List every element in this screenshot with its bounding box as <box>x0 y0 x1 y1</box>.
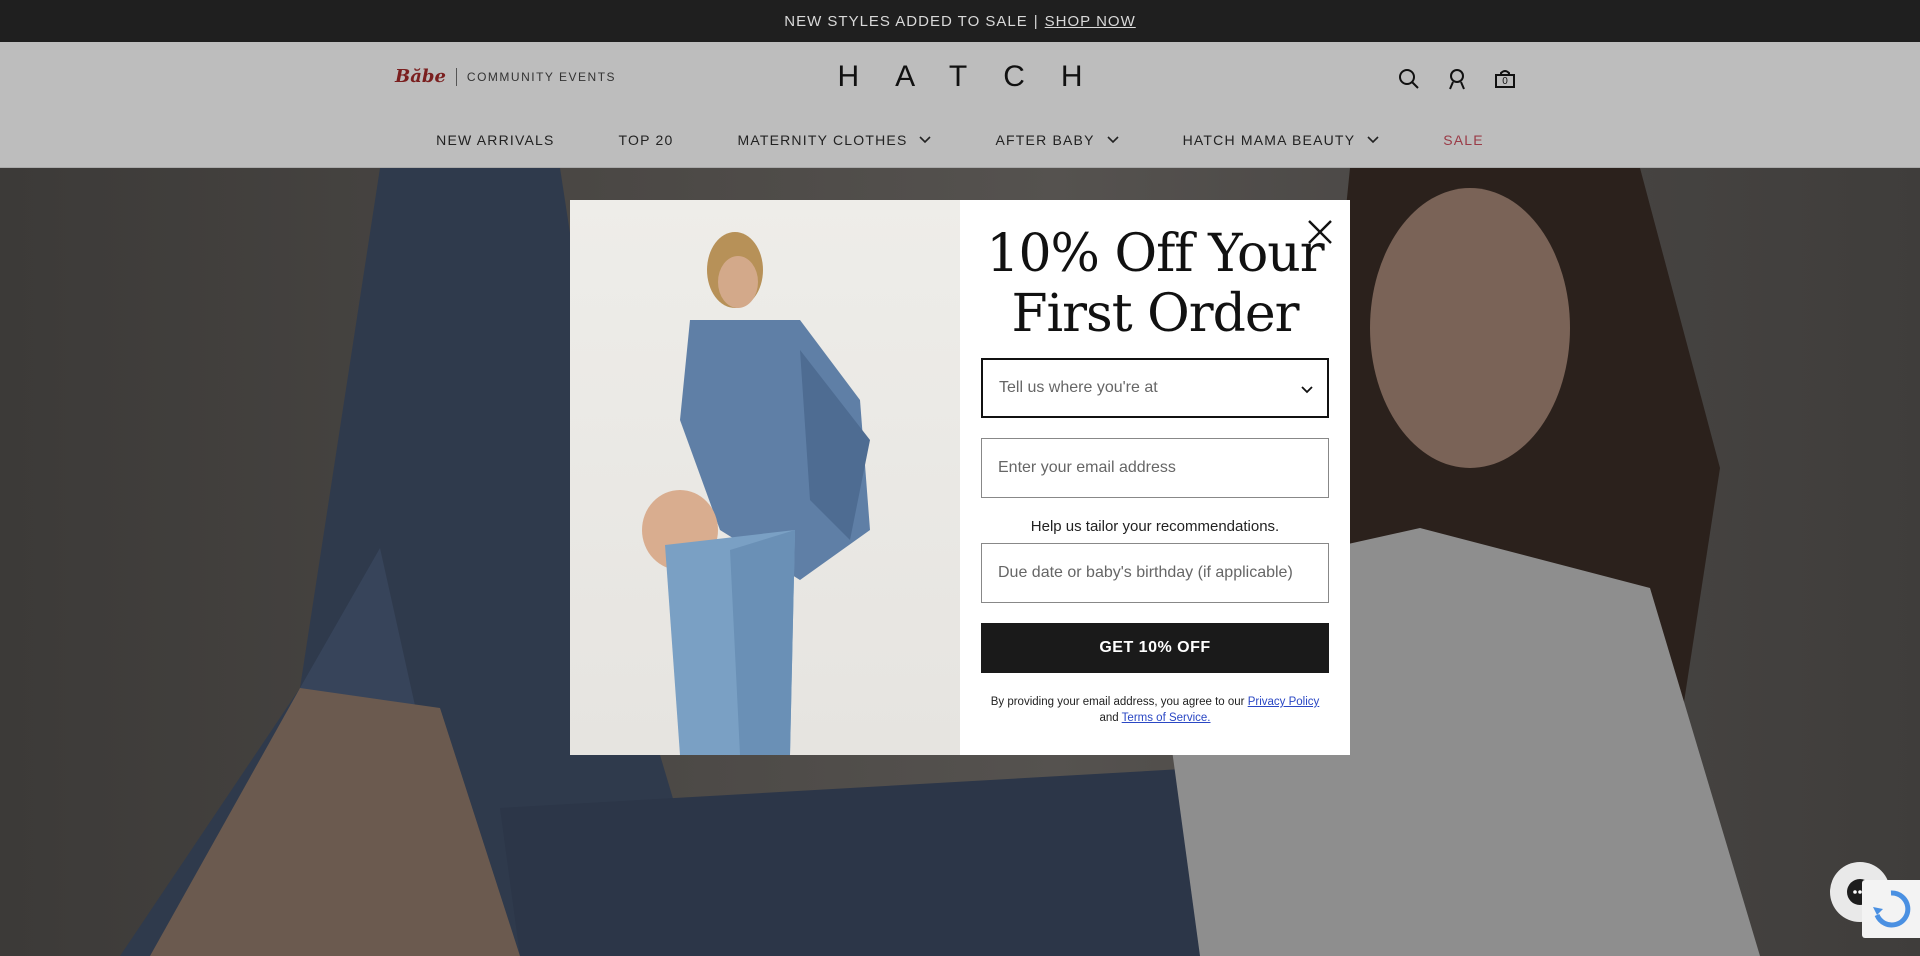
email-field[interactable]: Enter your email address <box>981 438 1329 498</box>
nav-label: MATERNITY CLOTHES <box>737 132 908 148</box>
terms-of-service-link[interactable]: Terms of Service. <box>1122 712 1211 724</box>
nav-sale[interactable]: SALE <box>1443 132 1484 148</box>
legal-prefix: By providing your email address, you agr… <box>990 696 1245 708</box>
main-nav: NEW ARRIVALS TOP 20 MATERNITY CLOTHES AF… <box>0 132 1920 148</box>
shop-now-link[interactable]: SHOP NOW <box>1045 13 1136 30</box>
nav-hatch-mama-beauty[interactable]: HATCH MAMA BEAUTY <box>1183 132 1380 148</box>
location-placeholder: Tell us where you're at <box>999 379 1158 396</box>
due-date-field[interactable]: Due date or baby's birthday (if applicab… <box>981 543 1329 603</box>
modal-photo <box>570 200 960 755</box>
recaptcha-badge[interactable] <box>1862 880 1920 938</box>
modal-form: 10% Off Your First Order Tell us where y… <box>960 200 1350 755</box>
nav-label: TOP 20 <box>618 132 674 148</box>
cart-count: 0 <box>1502 76 1508 87</box>
location-select[interactable]: Tell us where you're at <box>981 358 1329 418</box>
discount-modal: 10% Off Your First Order Tell us where y… <box>570 200 1350 755</box>
nav-after-baby[interactable]: AFTER BABY <box>995 132 1119 148</box>
nav-new-arrivals[interactable]: NEW ARRIVALS <box>436 132 554 148</box>
nav-maternity-clothes[interactable]: MATERNITY CLOTHES <box>737 132 932 148</box>
chevron-down-icon <box>1301 386 1313 394</box>
nav-top-20[interactable]: TOP 20 <box>619 132 674 148</box>
headline-line-1: 10% Off Your <box>986 224 1324 284</box>
legal-and: and <box>1099 712 1119 724</box>
nav-label: NEW ARRIVALS <box>436 132 555 148</box>
hatch-logo[interactable]: HATCH <box>0 60 1920 94</box>
model-photo-illustration <box>642 232 870 755</box>
account-icon[interactable] <box>1446 68 1468 90</box>
nav-label: SALE <box>1443 132 1484 148</box>
due-date-placeholder: Due date or baby's birthday (if applicab… <box>998 564 1293 581</box>
announcement-bar: NEW STYLES ADDED TO SALE | SHOP NOW <box>0 0 1920 42</box>
announcement-separator: | <box>1033 12 1039 30</box>
nav-label: HATCH MAMA BEAUTY <box>1182 132 1356 148</box>
site-header: Băbe COMMUNITY EVENTS HATCH 0 NEW ARRIVA… <box>0 42 1920 168</box>
help-text: Help us tailor your recommendations. <box>1030 518 1280 535</box>
chevron-down-icon <box>1107 136 1119 144</box>
recaptcha-icon <box>1873 890 1911 928</box>
privacy-policy-link[interactable]: Privacy Policy <box>1248 696 1320 708</box>
get-discount-button[interactable]: GET 10% OFF <box>981 623 1329 673</box>
header-icons: 0 <box>1398 68 1516 90</box>
search-icon[interactable] <box>1398 68 1420 90</box>
cart-icon[interactable]: 0 <box>1494 68 1516 90</box>
email-placeholder: Enter your email address <box>998 459 1176 476</box>
chevron-down-icon <box>1367 136 1379 144</box>
modal-headline: 10% Off Your First Order <box>981 224 1329 344</box>
announcement-text: NEW STYLES ADDED TO SALE <box>784 12 1028 30</box>
close-icon[interactable] <box>1306 218 1334 246</box>
headline-line-2: First Order <box>1011 284 1299 344</box>
chevron-down-icon <box>919 136 932 144</box>
legal-text: By providing your email address, you agr… <box>981 694 1329 726</box>
nav-label: AFTER BABY <box>995 132 1095 148</box>
